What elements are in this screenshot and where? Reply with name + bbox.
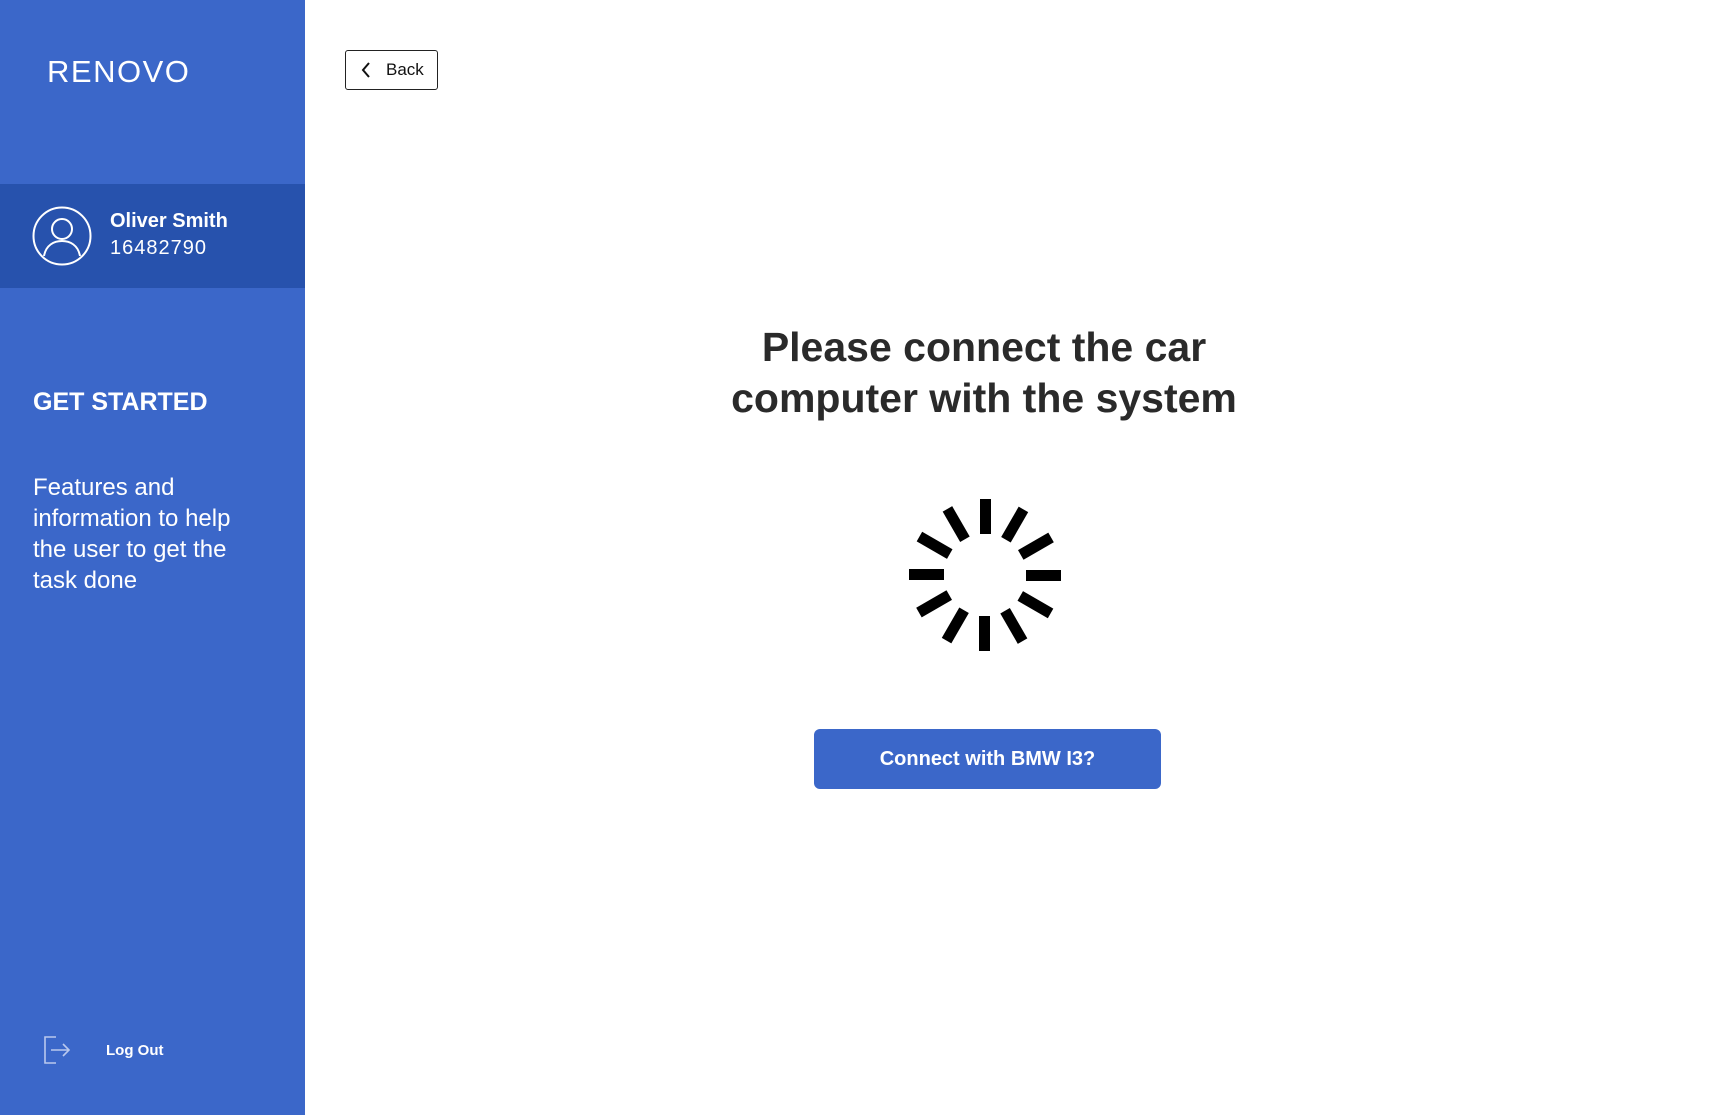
page-title: Please connect the car computer with the… — [684, 322, 1284, 424]
spinner-spoke — [1000, 608, 1028, 644]
user-name: Oliver Smith — [110, 210, 228, 232]
logout-label: Log Out — [106, 1041, 164, 1059]
spinner-spoke — [1026, 570, 1061, 581]
spinner-spoke — [942, 506, 970, 542]
chevron-left-icon — [361, 62, 370, 78]
section-title: GET STARTED — [33, 388, 208, 416]
back-label: Back — [386, 60, 424, 79]
spinner-spoke — [1001, 506, 1029, 543]
section-description: Features and information to help the use… — [33, 474, 231, 594]
loading-spinner-icon — [909, 499, 1061, 651]
spinner-spoke — [909, 569, 944, 580]
spinner-spoke — [916, 590, 952, 618]
page-title-line-2: computer with the system — [731, 375, 1237, 421]
spinner-spoke — [979, 616, 990, 651]
app-logo: RENOVO — [47, 54, 191, 89]
spinner-spokes — [909, 499, 1061, 651]
back-button[interactable]: Back — [345, 50, 438, 90]
spinner-spoke — [916, 531, 953, 559]
connect-bmw-button[interactable]: Connect with BMW I3? — [814, 729, 1161, 789]
spinner-spoke — [1018, 532, 1054, 560]
logout-button[interactable]: Log Out — [42, 1035, 163, 1065]
spinner-spoke — [941, 607, 969, 644]
sidebar: RENOVO Oliver Smith 16482790 GET STARTED… — [0, 0, 305, 1115]
page-title-line-1: Please connect the car — [761, 324, 1207, 370]
user-avatar-icon — [32, 206, 92, 266]
user-panel: Oliver Smith 16482790 — [0, 184, 305, 288]
user-id: 16482790 — [110, 237, 207, 259]
logout-icon — [44, 1036, 71, 1064]
spinner-spoke — [980, 499, 991, 534]
spinner-spoke — [1017, 591, 1054, 619]
